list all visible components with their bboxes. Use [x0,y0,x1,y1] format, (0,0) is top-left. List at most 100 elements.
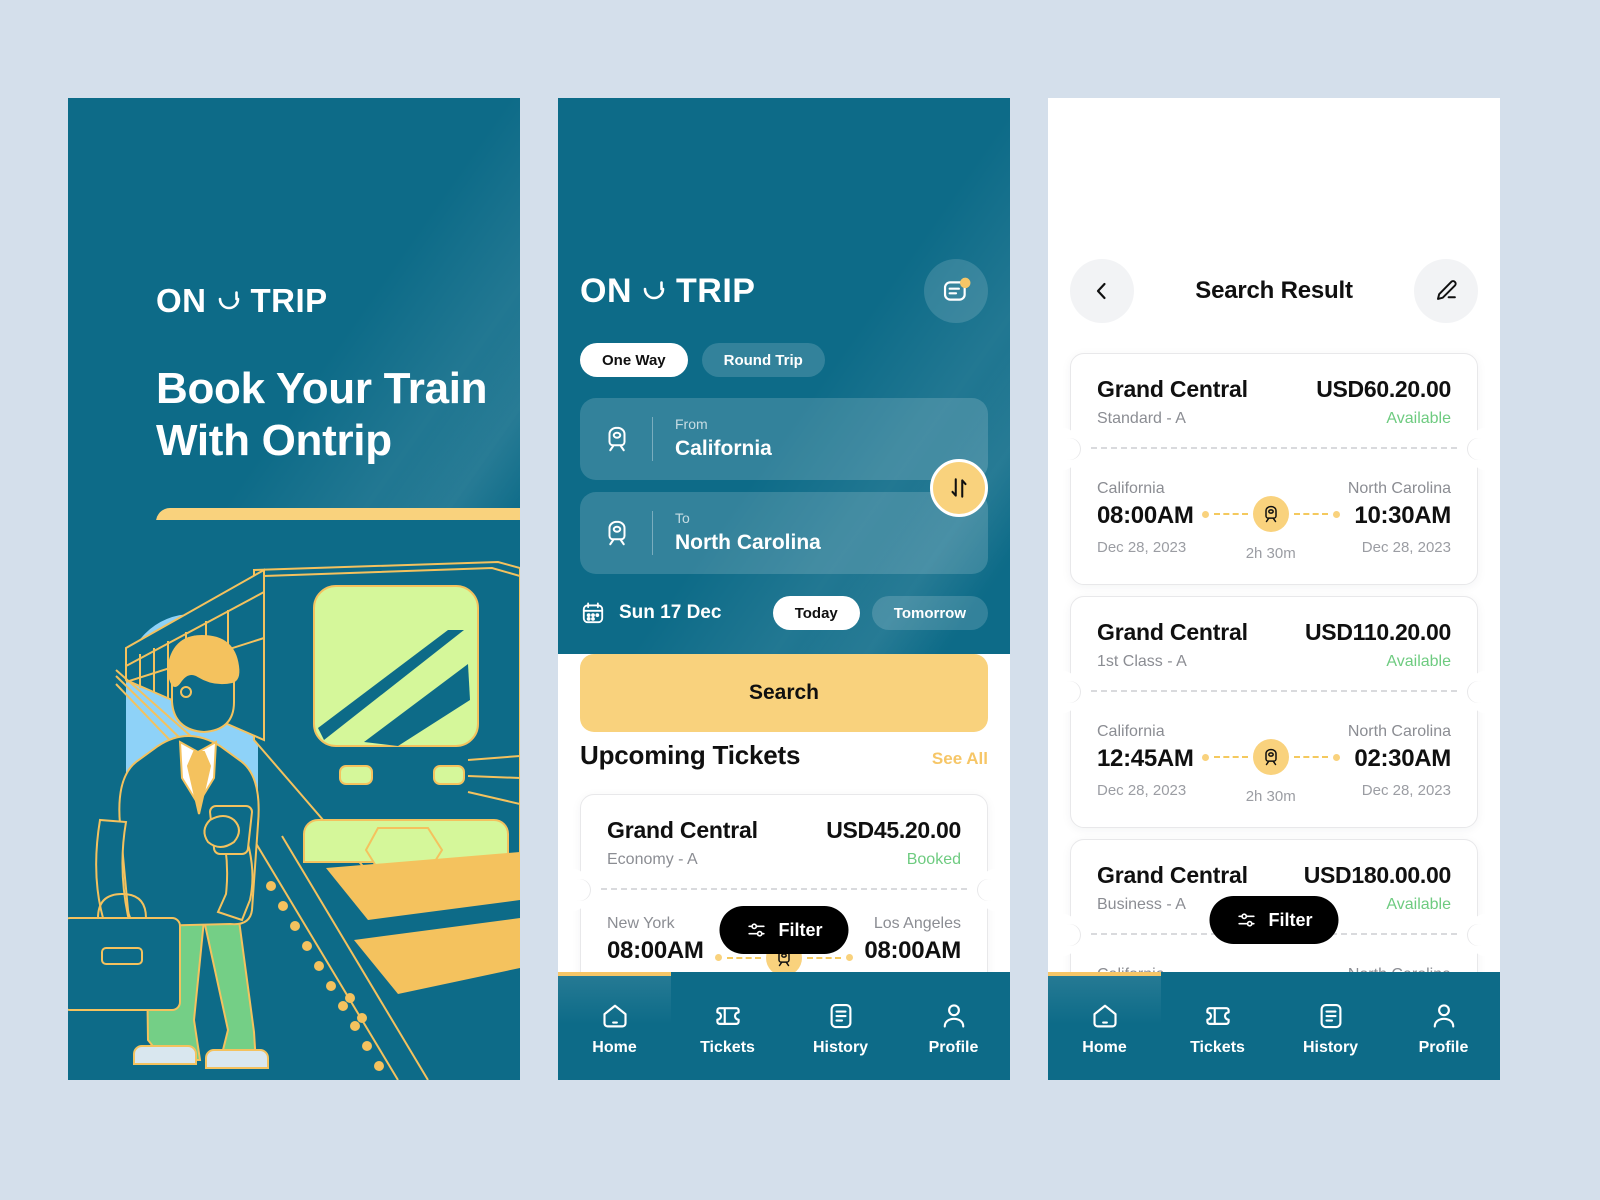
nav-item-history[interactable]: History [1274,972,1387,1080]
page-title: Search Result [1195,277,1353,304]
train-front-icon [1252,496,1289,532]
from-label: From [675,416,708,433]
filter-sliders-icon [1235,909,1257,931]
destination-city: Los Angeles [873,915,961,932]
filter-button[interactable]: Filter [1209,896,1339,944]
ticket-price: USD45.20.00 [826,817,961,843]
nav-item-home[interactable]: Home [1048,972,1161,1080]
swoosh-smile-icon [641,278,667,304]
ticket-journey: California 12:45AM Dec 28, 2023 2h 30m N… [1071,699,1477,827]
upcoming-tickets-header: Upcoming Tickets See All [580,740,988,771]
ticket-station: Grand Central [1097,862,1248,888]
bottom-navigation: Home Tickets History Profile [558,972,1010,1080]
ticket-price: USD60.20.00 [1316,376,1451,402]
ticket-summary: Grand Central USD45.20.00 Economy - A Bo… [581,795,987,881]
ticket-journey: California 08:00AM Dec 28, 2023 2h 30m N… [1071,456,1477,584]
nav-label: Profile [928,1039,979,1056]
person-icon [1429,1001,1459,1031]
train-front-icon [1252,739,1289,775]
field-divider [652,417,653,461]
section-title: Upcoming Tickets [580,740,801,770]
origin-city: California [1097,480,1165,497]
field-divider [652,511,653,555]
route-line [1201,739,1340,775]
filter-button[interactable]: Filter [719,906,849,954]
ticket-perforation [1059,438,1489,460]
nav-label: History [812,1039,869,1056]
nav-label: Profile [1418,1039,1469,1056]
tab-one-way[interactable]: One Way [580,343,688,377]
app-logo: ON TRIP [580,274,755,308]
nav-item-history[interactable]: History [784,972,897,1080]
status-badge: Available [1386,410,1451,427]
nav-item-tickets[interactable]: Tickets [671,972,784,1080]
journey-duration: 2h 30m [1245,788,1296,805]
nav-item-profile[interactable]: Profile [897,972,1010,1080]
home-icon [1090,1001,1120,1031]
search-button[interactable]: Search [580,654,988,732]
edit-button[interactable] [1414,259,1478,323]
onboarding-illustration [68,520,520,1080]
notification-card-icon[interactable] [924,259,988,323]
nav-label: Home [1082,1039,1127,1056]
status-badge: Available [1386,896,1451,913]
ticket-perforation [569,879,999,901]
selected-date[interactable]: Sun 17 Dec [619,602,721,624]
origin-time: 12:45AM [1097,745,1194,772]
swoosh-smile-icon [216,288,242,314]
ticket-class: Standard - A [1097,410,1186,427]
ticket-perforation [1059,681,1489,703]
table-row[interactable]: Grand Central USD60.20.00 Standard - A A… [1059,353,1489,585]
ticket-station: Grand Central [607,817,758,843]
document-list-icon [826,1001,856,1031]
table-row[interactable]: Grand Central USD110.20.00 1st Class - A… [1059,596,1489,828]
origin-date: Dec 28, 2023 [1097,782,1187,799]
ticket-station: Grand Central [1097,619,1248,645]
nav-item-home[interactable]: Home [558,972,671,1080]
ticket-summary: Grand Central USD60.20.00 Standard - A A… [1071,354,1477,440]
ticket-icon [713,1001,743,1031]
nav-item-profile[interactable]: Profile [1387,972,1500,1080]
page-title: Book Your Train With Ontrip [156,364,488,465]
tab-round-trip[interactable]: Round Trip [701,343,825,377]
app-logo: ON TRIP [156,284,328,317]
logo-text-left: ON [580,272,632,310]
destination-time: 08:00AM [864,937,961,964]
calendar-icon[interactable] [580,600,606,626]
status-badge: Available [1386,653,1451,670]
see-all-link[interactable]: See All [932,749,988,769]
origin-time: 08:00AM [607,937,704,964]
ticket-price: USD180.00.00 [1303,862,1452,888]
day-shortcut-tabs: Today Tomorrow [772,596,988,630]
origin-city: California [1097,723,1165,740]
journey-duration: 2h 30m [1245,545,1296,562]
train-front-icon [602,424,632,454]
nav-item-tickets[interactable]: Tickets [1161,972,1274,1080]
document-list-icon [1316,1001,1346,1031]
home-screen: Upcoming Tickets See All Grand Central U… [558,98,1010,1080]
swap-vertical-arrows-icon[interactable] [930,459,988,517]
logo-text-right: TRIP [250,282,328,319]
nav-label: History [1302,1039,1359,1056]
destination-date: Dec 28, 2023 [1361,782,1451,799]
to-field[interactable]: To North Carolina [580,492,988,574]
ticket-class: Economy - A [607,851,698,868]
ticket-class: 1st Class - A [1097,653,1187,670]
back-button[interactable] [1070,259,1134,323]
date-selector-row: Sun 17 Dec Today Tomorrow [580,593,988,633]
home-icon [600,1001,630,1031]
ticket-icon [1203,1001,1233,1031]
origin-date: Dec 28, 2023 [1097,539,1187,556]
from-value: California [675,437,772,461]
onboarding-screen: ON TRIP Book Your Train With Ontrip Get … [68,98,520,1080]
canvas: ON TRIP Book Your Train With Ontrip Get … [0,0,1600,1200]
from-field[interactable]: From California [580,398,988,480]
route-line [1201,496,1340,532]
bottom-navigation: Home Tickets History Profile [1048,972,1500,1080]
ticket-station: Grand Central [1097,376,1248,402]
to-label: To [675,510,690,527]
ticket-price: USD110.20.00 [1304,619,1451,645]
destination-date: Dec 28, 2023 [1361,539,1451,556]
tab-tomorrow[interactable]: Tomorrow [871,596,988,630]
tab-today[interactable]: Today [772,596,860,630]
